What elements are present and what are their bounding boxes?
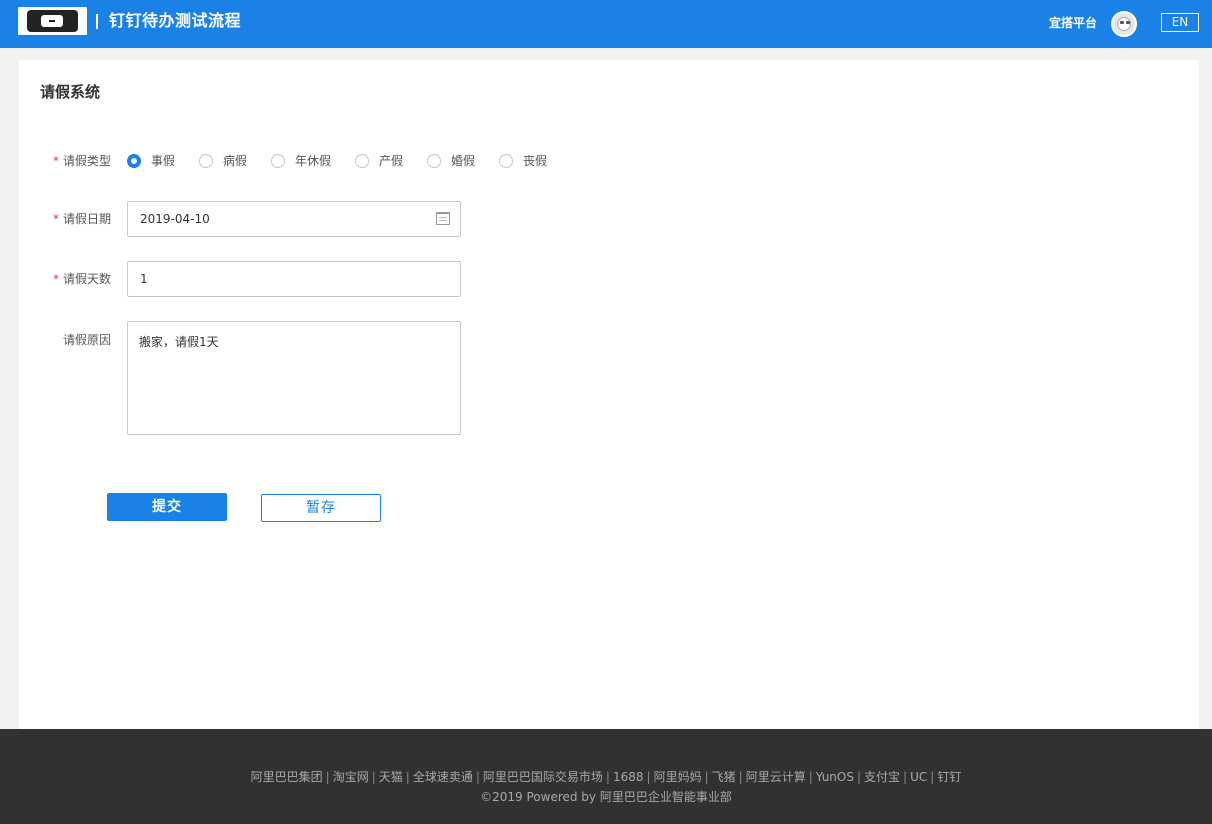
footer-copyright: ©2019 Powered by 阿里巴巴企业智能事业部 — [480, 790, 732, 804]
required-mark: * — [52, 212, 59, 226]
footer-link[interactable]: UC — [910, 770, 927, 784]
submit-button[interactable]: 提交 — [107, 493, 227, 521]
footer-link[interactable]: 阿里巴巴国际交易市场 — [483, 770, 603, 784]
footer-link[interactable]: 淘宝网 — [333, 770, 369, 784]
page-title: 请假系统 — [40, 83, 101, 101]
page-footer: 阿里巴巴集团 | 淘宝网 | 天猫 | 全球速卖通 | 阿里巴巴国际交易市场 | 1688 | 阿里妈妈… — [0, 729, 1212, 824]
footer-link[interactable]: 阿里妈妈 — [654, 770, 702, 784]
radio-unchecked-icon — [499, 154, 513, 168]
footer-link[interactable]: 全球速卖通 — [413, 770, 473, 784]
language-switch-button[interactable]: EN — [1161, 13, 1199, 32]
radio-unchecked-icon — [427, 154, 441, 168]
footer-link[interactable]: 阿里云计算 — [746, 770, 806, 784]
calendar-icon[interactable] — [436, 212, 450, 225]
user-avatar[interactable] — [1111, 11, 1137, 37]
required-mark: * — [52, 154, 59, 168]
radio-unchecked-icon — [199, 154, 213, 168]
required-mark: * — [52, 272, 59, 286]
leave-date-value: 2019-04-10 — [140, 212, 210, 226]
leave-date-picker[interactable]: 2019-04-10 — [127, 201, 461, 237]
alibaba-logo-icon[interactable] — [18, 7, 87, 35]
leave-reason-value: 搬家，请假1天 — [139, 335, 219, 349]
footer-link[interactable]: 支付宝 — [864, 770, 900, 784]
footer-link[interactable]: 天猫 — [379, 770, 403, 784]
footer-link[interactable]: 钉钉 — [937, 770, 961, 784]
leave-days-input[interactable]: 1 — [127, 261, 461, 297]
footer-link[interactable]: 阿里巴巴集团 — [251, 770, 323, 784]
top-header: 钉钉待办测试流程 宜搭平台 EN — [0, 0, 1212, 48]
radio-checked-icon — [127, 154, 141, 168]
leave-reason-label: 请假原因 — [62, 333, 111, 347]
leave-days-value: 1 — [140, 272, 148, 286]
save-draft-button[interactable]: 暂存 — [261, 494, 381, 522]
radio-unchecked-icon — [355, 154, 369, 168]
platform-name[interactable]: 宜搭平台 — [1049, 15, 1097, 31]
leave-days-label: * 请假天数 — [52, 272, 111, 286]
footer-link[interactable]: 1688 — [613, 770, 644, 784]
footer-link[interactable]: 飞猪 — [712, 770, 736, 784]
radio-unchecked-icon — [271, 154, 285, 168]
footer-links: 阿里巴巴集团 | 淘宝网 | 天猫 | 全球速卖通 | 阿里巴巴国际交易市场 | 1688 | 阿里妈妈… — [250, 770, 962, 784]
app-title: 钉钉待办测试流程 — [109, 11, 242, 30]
form-card: 请假系统 * 请假类型 事假 病假 年休假 产假 婚假 丧假 * 请假日期 20… — [19, 60, 1199, 729]
leave-date-label: * 请假日期 — [52, 212, 111, 226]
leave-reason-textarea[interactable]: 搬家，请假1天 — [127, 321, 461, 435]
footer-link[interactable]: YunOS — [816, 770, 854, 784]
header-divider — [96, 14, 98, 29]
leave-type-label: * 请假类型 — [52, 154, 111, 168]
